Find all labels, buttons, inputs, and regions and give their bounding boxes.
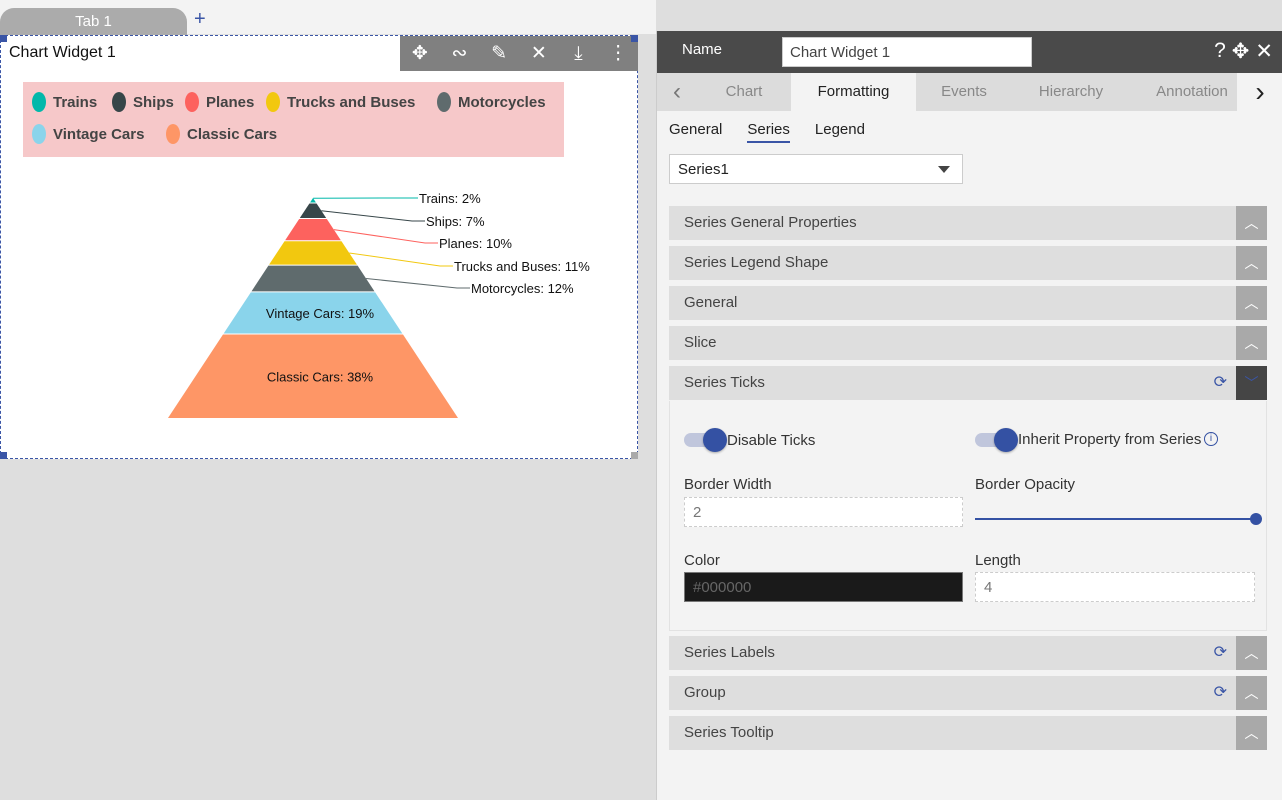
subtab-legend[interactable]: Legend — [815, 121, 865, 143]
leader-line — [321, 210, 425, 222]
pyramid-slice[interactable] — [251, 265, 375, 292]
help-icon[interactable]: ? — [1214, 39, 1226, 64]
section-title: Series Tooltip — [684, 724, 774, 741]
color-input[interactable]: #000000 — [684, 572, 963, 602]
chevron-up-icon[interactable]: ︿ — [1236, 326, 1267, 360]
section-slice[interactable]: Slice ︿ — [669, 326, 1267, 360]
chevron-up-icon[interactable]: ︿ — [1236, 716, 1267, 750]
chevron-up-icon[interactable]: ︿ — [1236, 676, 1267, 710]
tab-hierarchy[interactable]: Hierarchy — [1012, 73, 1130, 111]
tab-chart[interactable]: Chart — [697, 73, 791, 111]
move-icon[interactable]: ✥ — [1232, 39, 1250, 64]
chevron-right-icon[interactable]: › — [1237, 73, 1282, 111]
section-title: Slice — [684, 334, 717, 351]
chevron-up-icon[interactable]: ︿ — [1236, 246, 1267, 280]
refresh-icon[interactable]: ⟳ — [1214, 636, 1227, 670]
inherit-property-label: Inherit Property from Series — [1018, 431, 1202, 448]
section-series-tooltip[interactable]: Series Tooltip ︿ — [669, 716, 1267, 750]
pyramid-slice[interactable] — [269, 241, 357, 265]
section-title: Series Legend Shape — [684, 254, 829, 271]
inherit-property-toggle[interactable] — [975, 428, 1018, 452]
name-label: Name — [682, 41, 723, 58]
caret-down-icon — [938, 166, 950, 179]
section-title: Series Ticks — [684, 374, 765, 391]
section-title: General — [684, 294, 738, 311]
slider-thumb[interactable] — [1250, 513, 1262, 525]
chevron-up-icon[interactable]: ︿ — [1236, 636, 1267, 670]
tab-1[interactable]: Tab 1 — [0, 8, 187, 36]
pyramid-slice[interactable] — [285, 219, 341, 241]
close-icon[interactable]: ✕ — [1255, 39, 1273, 64]
section-series-legend-shape[interactable]: Series Legend Shape ︿ — [669, 246, 1267, 280]
border-opacity-label: Border Opacity — [975, 476, 1076, 493]
data-label: Trains: 2% — [419, 191, 481, 206]
section-title: Series General Properties — [684, 214, 857, 231]
panel-tabs: ‹ Chart Formatting Events Hierarchy Anno… — [657, 73, 1282, 111]
tab-events[interactable]: Events — [916, 73, 1012, 111]
refresh-icon[interactable]: ⟳ — [1214, 366, 1227, 400]
series-select-value: Series1 — [678, 161, 729, 178]
data-label: Ships: 7% — [426, 214, 485, 229]
resize-handle[interactable] — [0, 35, 7, 42]
leader-line — [366, 278, 470, 289]
data-label: Classic Cars: 38% — [267, 369, 374, 384]
section-title: Group — [684, 684, 726, 701]
name-input[interactable] — [782, 37, 1032, 67]
length-label: Length — [975, 552, 1021, 569]
pyramid-chart: Trains: 2% Ships: 7% Planes: 10% Trucks and… — [168, 191, 590, 418]
resize-handle[interactable] — [631, 35, 638, 42]
chart-widget[interactable]: Chart Widget 1 ✥ ∾ ✎ ✕ ⤓ ⋮ Trains Ships Pl… — [0, 35, 638, 459]
data-label: Trucks and Buses: 11% — [454, 259, 590, 274]
subtab-series[interactable]: Series — [747, 121, 790, 143]
chevron-left-icon[interactable]: ‹ — [657, 73, 697, 111]
panel-header: Name ? ✥ ✕ — [657, 31, 1282, 73]
data-label: Vintage Cars: 19% — [266, 306, 375, 321]
leader-line — [349, 252, 453, 267]
subtab-general[interactable]: General — [669, 121, 722, 143]
section-group[interactable]: Group ⟳ ︿ — [669, 676, 1267, 710]
disable-ticks-toggle[interactable] — [684, 428, 727, 452]
plus-icon[interactable]: + — [194, 8, 206, 31]
leader-line — [333, 229, 438, 244]
series-select[interactable]: Series1 — [669, 154, 963, 184]
border-opacity-slider[interactable] — [975, 518, 1255, 520]
section-title: Series Labels — [684, 644, 775, 661]
section-series-ticks[interactable]: Series Ticks ⟳ ﹀ — [669, 366, 1267, 400]
resize-handle[interactable] — [631, 452, 638, 459]
data-label: Motorcycles: 12% — [471, 281, 574, 296]
color-label: Color — [684, 552, 720, 569]
resize-handle[interactable] — [0, 452, 7, 459]
length-input[interactable]: 4 — [975, 572, 1255, 602]
disable-ticks-label: Disable Ticks — [727, 432, 816, 449]
border-width-label: Border Width — [684, 476, 772, 493]
border-width-input[interactable]: 2 — [684, 497, 963, 527]
section-general[interactable]: General ︿ — [669, 286, 1267, 320]
properties-panel: Name ? ✥ ✕ ‹ Chart Formatting Events Hie… — [656, 31, 1282, 800]
chevron-down-icon[interactable]: ﹀ — [1236, 366, 1267, 400]
section-series-labels[interactable]: Series Labels ⟳ ︿ — [669, 636, 1267, 670]
chevron-up-icon[interactable]: ︿ — [1236, 206, 1267, 240]
refresh-icon[interactable]: ⟳ — [1214, 676, 1227, 710]
section-series-general-properties[interactable]: Series General Properties ︿ — [669, 206, 1267, 240]
data-label: Planes: 10% — [439, 236, 512, 251]
info-icon[interactable]: i — [1204, 432, 1218, 446]
chevron-up-icon[interactable]: ︿ — [1236, 286, 1267, 320]
tab-formatting[interactable]: Formatting — [791, 73, 916, 111]
tab-annotation[interactable]: Annotation — [1130, 73, 1254, 111]
series-ticks-body: Disable Ticks Inherit Property from Seri… — [669, 401, 1267, 631]
